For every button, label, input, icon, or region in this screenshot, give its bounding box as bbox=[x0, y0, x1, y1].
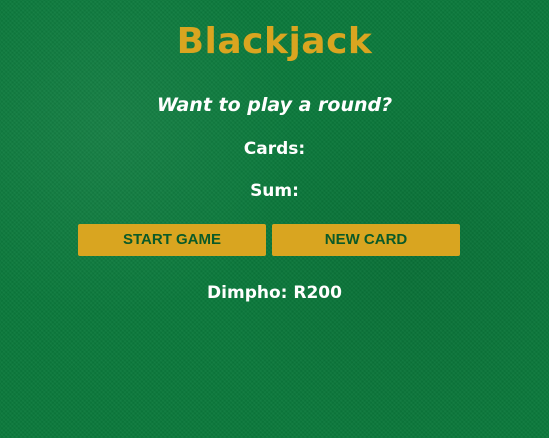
cards-display: Cards: bbox=[243, 139, 306, 159]
sum-display: Sum: bbox=[250, 181, 299, 201]
new-card-button[interactable]: NEW CARD bbox=[272, 224, 460, 256]
start-game-button[interactable]: START GAME bbox=[78, 224, 266, 256]
player-balance: Dimpho: R200 bbox=[207, 283, 342, 303]
blackjack-table: Blackjack Want to play a round? Cards: S… bbox=[0, 0, 549, 438]
page-title: Blackjack bbox=[176, 21, 373, 62]
game-message: Want to play a round? bbox=[156, 94, 393, 116]
